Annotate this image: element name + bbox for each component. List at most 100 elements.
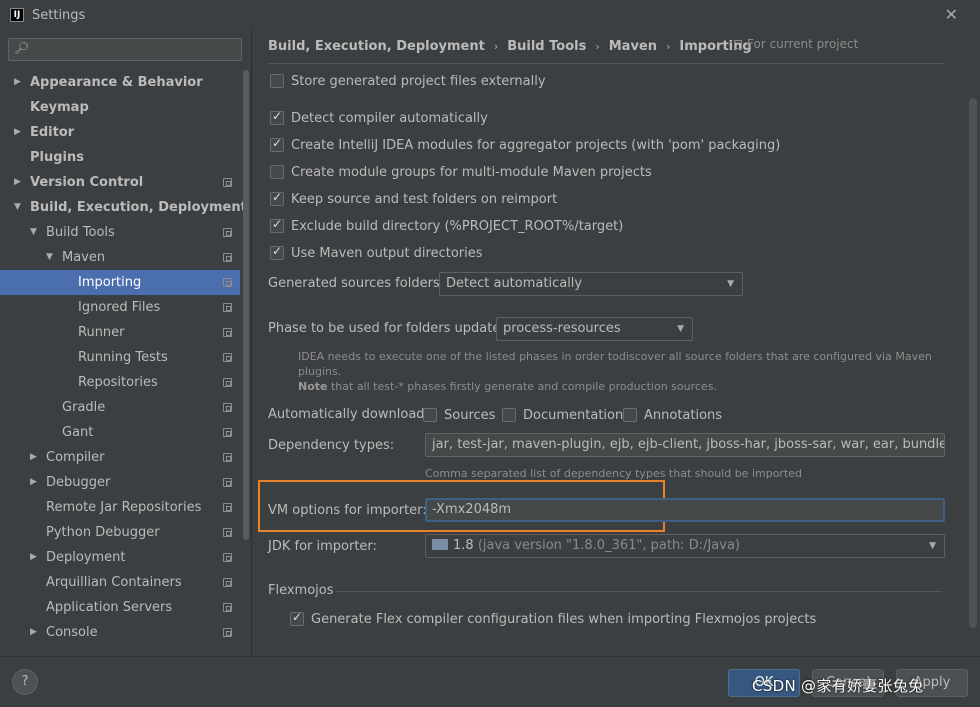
checkbox-module-groups[interactable]: Create module groups for multi-module Ma… (270, 162, 652, 182)
sidebar-item-plugins[interactable]: Plugins (0, 145, 240, 170)
sidebar-item-label: Importing (78, 275, 142, 290)
chevron-down-icon[interactable]: ▼ (30, 220, 37, 245)
jdk-detail: (java version "1.8.0_361", path: D:/Java… (477, 538, 740, 553)
sidebar-item-application-servers[interactable]: Application Servers (0, 595, 240, 620)
sidebar-item-importing[interactable]: Importing (0, 270, 240, 295)
checkbox[interactable] (270, 109, 284, 125)
checkbox-maven-output-dirs[interactable]: Use Maven output directories (270, 243, 483, 263)
chevron-down-icon: ▼ (677, 324, 684, 334)
checkbox[interactable] (270, 165, 284, 179)
sidebar-item-maven[interactable]: ▼ Maven (0, 245, 240, 270)
sidebar-item-compiler[interactable]: ▶ Compiler (0, 445, 240, 470)
chevron-right-icon[interactable]: ▶ (30, 620, 37, 645)
scope-text: For current project (747, 37, 859, 51)
chevron-right-icon[interactable]: ▶ (14, 170, 21, 195)
checkbox-annotations[interactable]: Annotations (623, 405, 722, 425)
sidebar-item-editor[interactable]: ▶ Editor (0, 120, 240, 145)
checkbox-documentation[interactable]: Documentation (502, 405, 623, 425)
project-scope-icon (223, 528, 232, 537)
phase-dropdown[interactable]: process-resources ▼ (496, 317, 693, 341)
sidebar-item-python-debugger[interactable]: Python Debugger (0, 520, 240, 545)
sidebar-item-gant[interactable]: Gant (0, 420, 240, 445)
sidebar-item-running-tests[interactable]: Running Tests (0, 345, 240, 370)
checkbox[interactable] (502, 408, 516, 422)
breadcrumb-separator: › (595, 39, 600, 53)
project-scope-icon (223, 478, 232, 487)
checkbox[interactable] (270, 244, 284, 260)
sidebar-item-label: Arquillian Containers (46, 575, 182, 590)
sidebar-item-build-tools[interactable]: ▼ Build Tools (0, 220, 240, 245)
sidebar-item-label: Remote Jar Repositories (46, 500, 202, 515)
phase-hint: IDEA needs to execute one of the listed … (298, 349, 968, 394)
checkbox-aggregator-modules[interactable]: Create IntelliJ IDEA modules for aggrega… (270, 135, 780, 155)
breadcrumb-item: Maven (608, 38, 658, 54)
sidebar-item-keymap[interactable]: Keymap (0, 95, 240, 120)
checkbox-sources[interactable]: Sources (423, 405, 495, 425)
breadcrumb: Build, Execution, Deployment › Build Too… (268, 37, 752, 55)
sidebar-item-label: Application Servers (46, 600, 173, 615)
project-scope-icon (223, 178, 232, 187)
generated-sources-dropdown[interactable]: Detect automatically ▼ (439, 272, 743, 296)
checkbox[interactable] (270, 190, 284, 206)
jdk-dropdown[interactable]: 1.8 (java version "1.8.0_361", path: D:/… (425, 534, 945, 558)
sidebar-item-arquillian-containers[interactable]: Arquillian Containers (0, 570, 240, 595)
vm-options-input[interactable]: -Xmx2048m (425, 498, 945, 522)
chevron-down-icon: ▼ (727, 279, 734, 289)
search-input[interactable] (31, 40, 236, 59)
close-icon[interactable]: ✕ (945, 5, 958, 24)
chevron-down-icon[interactable]: ▼ (14, 195, 21, 220)
sidebar-item-build-execution-deployment[interactable]: ▼ Build, Execution, Deployment (0, 195, 247, 220)
chevron-down-icon[interactable]: ▼ (46, 245, 53, 270)
project-scope-icon (223, 428, 232, 437)
sidebar-item-label: Python Debugger (46, 525, 160, 540)
sidebar-item-label: Gradle (62, 400, 106, 415)
chevron-right-icon[interactable]: ▶ (30, 545, 37, 570)
sidebar-item-label: Keymap (30, 100, 89, 115)
chevron-right-icon[interactable]: ▶ (30, 445, 37, 470)
sidebar-item-runner[interactable]: Runner (0, 320, 240, 345)
project-scope-icon (223, 403, 232, 412)
sidebar-item-repositories[interactable]: Repositories (0, 370, 240, 395)
sidebar-item-label: Editor (30, 125, 75, 140)
checkbox[interactable] (290, 610, 304, 626)
checkbox-detect-compiler[interactable]: Detect compiler automatically (270, 108, 488, 128)
dependency-types-input[interactable]: jar, test-jar, maven-plugin, ejb, ejb-cl… (425, 433, 945, 457)
checkbox[interactable] (423, 408, 437, 422)
checkbox-store-externally[interactable]: Store generated project files externally (270, 71, 546, 91)
sidebar-item-ignored-files[interactable]: Ignored Files (0, 295, 240, 320)
phase-label: Phase to be used for folders update: (268, 321, 505, 336)
sidebar-item-debugger[interactable]: ▶ Debugger (0, 470, 240, 495)
settings-search[interactable]: 🔎︎ (8, 38, 242, 61)
content-scrollbar[interactable] (969, 98, 977, 628)
dependency-types-label: Dependency types: (268, 438, 395, 453)
sidebar-item-deployment[interactable]: ▶ Deployment (0, 545, 240, 570)
checkbox-label: Documentation (523, 407, 624, 423)
sidebar-item-appearance-behavior[interactable]: ▶ Appearance & Behavior (0, 70, 240, 95)
settings-content: Build, Execution, Deployment › Build Too… (252, 30, 980, 656)
sidebar-item-console[interactable]: ▶ Console (0, 620, 240, 645)
checkbox[interactable] (270, 136, 284, 152)
project-scope-icon (223, 453, 232, 462)
chevron-right-icon[interactable]: ▶ (30, 470, 37, 495)
sidebar-item-remote-jar-repositories[interactable]: Remote Jar Repositories (0, 495, 240, 520)
folder-icon (432, 539, 448, 550)
chevron-right-icon[interactable]: ▶ (14, 70, 21, 95)
checkbox-flex-config[interactable]: Generate Flex compiler configuration fil… (290, 609, 816, 629)
phase-hint-line2: Note that all test-* phases firstly gene… (298, 379, 968, 394)
checkbox-label: Sources (444, 407, 496, 423)
checkbox-keep-folders[interactable]: Keep source and test folders on reimport (270, 189, 557, 209)
chevron-down-icon: ▼ (929, 541, 936, 551)
sidebar-item-gradle[interactable]: Gradle (0, 395, 240, 420)
vm-options-label: VM options for importer: (268, 503, 427, 518)
project-scope-icon (223, 253, 232, 262)
sidebar-item-version-control[interactable]: ▶ Version Control (0, 170, 240, 195)
checkbox-exclude-build-dir[interactable]: Exclude build directory (%PROJECT_ROOT%/… (270, 216, 623, 236)
checkbox[interactable] (270, 217, 284, 233)
checkbox[interactable] (623, 408, 637, 422)
checkbox[interactable] (270, 74, 284, 88)
sidebar-item-label: Running Tests (78, 350, 168, 365)
project-scope-icon (223, 553, 232, 562)
sidebar-scrollbar[interactable] (243, 70, 249, 540)
help-button[interactable]: ? (12, 669, 38, 695)
chevron-right-icon[interactable]: ▶ (14, 120, 21, 145)
